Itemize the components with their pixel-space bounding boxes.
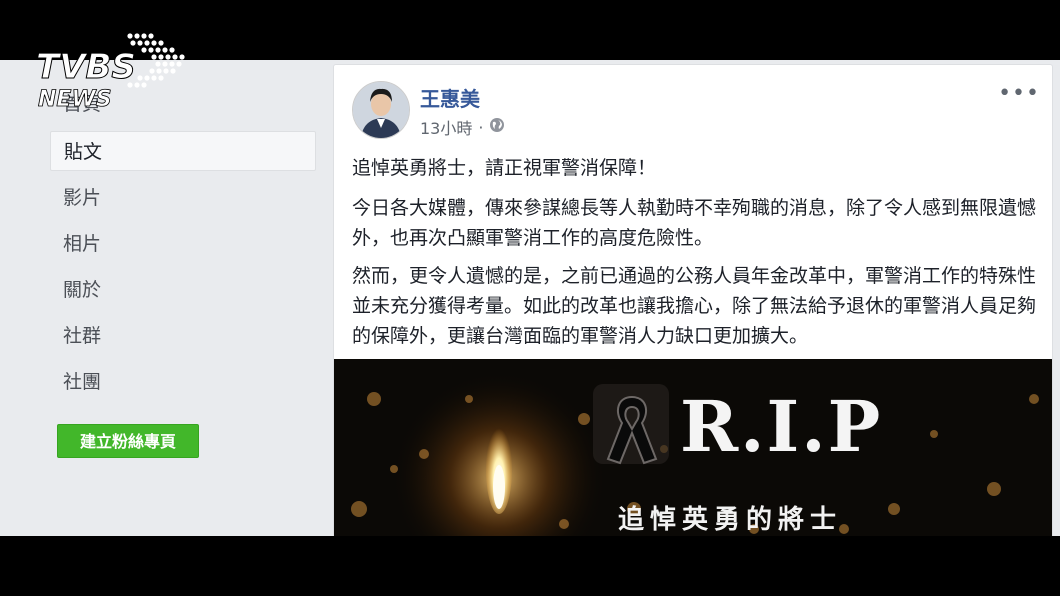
globe-icon <box>489 117 505 137</box>
post-body: 追悼英勇將士，請正視軍警消保障！ 今日各大媒體，傳來參謀總長等人執勤時不幸殉職的… <box>352 153 1042 359</box>
post-options-button[interactable]: ••• <box>998 81 1040 106</box>
rip-heading: R.I.P <box>680 385 883 468</box>
post-meta: 13小時 · <box>420 115 505 139</box>
sidebar-item-label: 貼文 <box>64 141 103 163</box>
logo-news-text: NEWS <box>38 87 112 110</box>
sidebar-item-label: 社團 <box>63 371 102 393</box>
black-ribbon-icon <box>606 395 658 465</box>
avatar[interactable] <box>352 81 410 139</box>
logo-tvbs-text: TVBS <box>36 47 136 87</box>
facebook-page: 首頁 貼文 影片 相片 關於 社群 社團 建立粉絲專頁 王惠美 13小時 · •… <box>0 60 1060 536</box>
meta-separator: · <box>478 117 484 137</box>
sidebar-item-videos[interactable]: 影片 <box>50 178 316 218</box>
sidebar-item-label: 社群 <box>63 325 102 347</box>
post-image[interactable]: R.I.P 追悼英勇的將士 <box>334 359 1052 536</box>
post-timestamp[interactable]: 13小時 <box>420 115 472 139</box>
memorial-caption: 追悼英勇的將士 <box>618 505 843 535</box>
sidebar-item-community[interactable]: 社群 <box>50 316 316 356</box>
create-page-button[interactable]: 建立粉絲專頁 <box>57 424 199 458</box>
sidebar-item-label: 相片 <box>63 233 102 255</box>
post-card: 王惠美 13小時 · ••• 追悼英勇將士，請正視軍警消保障！ 今日各大媒體，傳… <box>333 64 1053 536</box>
sidebar-item-label: 影片 <box>63 187 102 209</box>
sidebar-item-posts[interactable]: 貼文 <box>50 131 316 171</box>
sidebar-item-label: 關於 <box>63 279 102 301</box>
page-sidebar: 首頁 貼文 影片 相片 關於 社群 社團 建立粉絲專頁 <box>50 60 320 536</box>
post-headline: 追悼英勇將士，請正視軍警消保障！ <box>352 157 657 179</box>
post-author[interactable]: 王惠美 <box>420 83 480 112</box>
post-paragraph: 然而，更令人遺憾的是，之前已通過的公務人員年金改革中，軍警消工作的特殊性並未充分… <box>352 265 1037 347</box>
sidebar-item-groups[interactable]: 社團 <box>50 362 316 402</box>
sidebar-item-about[interactable]: 關於 <box>50 270 316 310</box>
post-paragraph: 今日各大媒體，傳來參謀總長等人執勤時不幸殉職的消息，除了令人感到無限遺憾外，也再… <box>352 197 1037 249</box>
avatar-portrait-icon <box>353 82 409 138</box>
sidebar-item-photos[interactable]: 相片 <box>50 224 316 264</box>
tvbs-news-logo: TVBS NEWS <box>34 30 194 112</box>
letterbox-bottom <box>0 536 1060 596</box>
